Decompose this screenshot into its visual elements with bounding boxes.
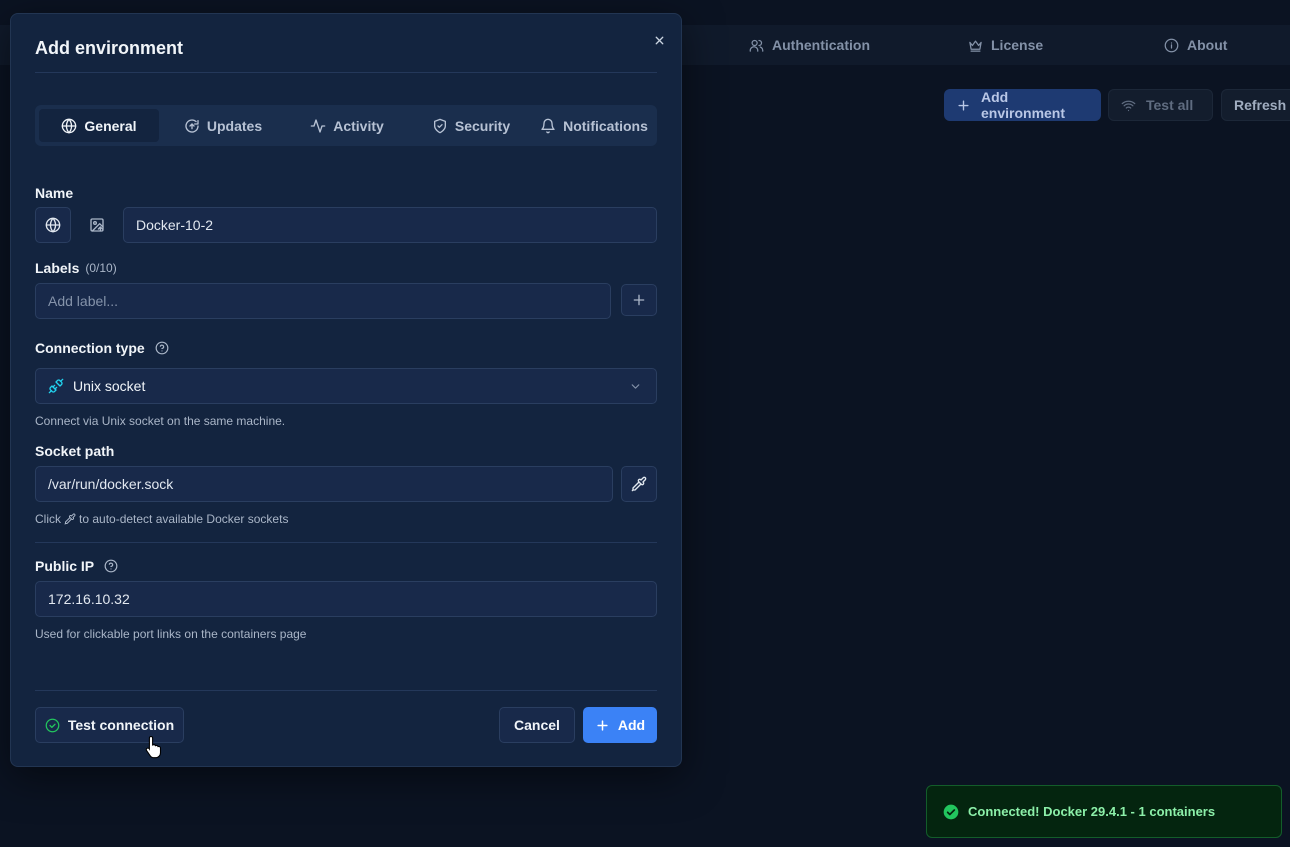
plus-icon: [631, 292, 647, 308]
socket-path-input[interactable]: /var/run/docker.sock: [35, 466, 613, 502]
labels-label-text: Labels: [35, 260, 80, 276]
connection-type-label-text: Connection type: [35, 340, 145, 356]
info-icon: [1164, 38, 1179, 53]
nav-tab-about[interactable]: About: [1164, 25, 1227, 65]
add-label-input[interactable]: Add label...: [35, 283, 611, 319]
cancel-button[interactable]: Cancel: [499, 707, 575, 743]
tab-security[interactable]: Security: [411, 109, 531, 142]
add-label-button[interactable]: [621, 284, 657, 316]
labels-count: (0/10): [85, 261, 117, 275]
wifi-icon: [1121, 98, 1136, 113]
refresh-button[interactable]: Refresh: [1221, 89, 1290, 121]
users-icon: [749, 38, 764, 53]
public-ip-help: Used for clickable port links on the con…: [35, 627, 307, 641]
dialog-title: Add environment: [35, 38, 184, 58]
chevron-down-icon: [629, 380, 642, 393]
tab-label: Security: [454, 117, 511, 134]
refresh-label: Refresh: [1234, 97, 1287, 113]
upload-circle-icon: [184, 118, 200, 134]
tab-label: General: [84, 117, 137, 134]
activity-icon: [310, 118, 326, 134]
tab-notifications[interactable]: Notifications: [535, 109, 653, 142]
socket-path-label: Socket path: [35, 443, 114, 459]
name-label-text: Name: [35, 185, 74, 201]
toast-message: Connected! Docker 29.4.1 - 1 containers: [968, 804, 1216, 819]
tab-general[interactable]: General: [39, 109, 159, 142]
cancel-label: Cancel: [514, 717, 560, 733]
image-upload-icon: [89, 217, 105, 233]
dialog-tabs: General Updates Activity Security Notifi…: [35, 105, 657, 146]
nav-tab-label: About: [1187, 37, 1228, 53]
success-toast: Connected! Docker 29.4.1 - 1 containers: [926, 785, 1282, 838]
check-circle-filled-icon: [943, 804, 959, 820]
globe-icon: [61, 118, 77, 134]
tab-label: Activity: [333, 117, 384, 134]
add-environment-dialog: Add environment General Updates Activity: [10, 13, 682, 767]
socket-help-suffix: to auto-detect available Docker sockets: [79, 512, 289, 526]
connection-type-select[interactable]: Unix socket: [35, 368, 657, 404]
tab-activity[interactable]: Activity: [287, 109, 407, 142]
socket-help-prefix: Click: [35, 512, 61, 526]
public-ip-input[interactable]: 172.16.10.32: [35, 581, 657, 617]
nav-tab-label: License: [991, 37, 1044, 53]
help-circle-icon[interactable]: [100, 559, 118, 573]
help-circle-icon[interactable]: [151, 341, 169, 355]
socket-path-help: Click to auto-detect available Docker so…: [35, 512, 288, 526]
footer-divider: [35, 690, 657, 691]
tab-label: Updates: [206, 117, 263, 134]
add-label: Add: [617, 717, 646, 733]
nav-tab-authentication[interactable]: Authentication: [749, 25, 870, 65]
add-button[interactable]: Add: [583, 707, 657, 743]
name-input[interactable]: Docker-10-2: [123, 207, 657, 243]
tab-updates[interactable]: Updates: [163, 109, 283, 142]
test-connection-label: Test connection: [67, 717, 175, 733]
pipette-icon: [64, 513, 76, 525]
name-label: Name: [35, 185, 73, 201]
shield-icon: [432, 118, 448, 134]
nav-tab-label: Authentication: [772, 37, 870, 53]
public-ip-label: Public IP: [35, 558, 118, 574]
header-divider: [35, 72, 657, 73]
nav-tab-license[interactable]: License: [968, 25, 1043, 65]
pipette-icon: [631, 476, 647, 492]
connection-type-help: Connect via Unix socket on the same mach…: [35, 414, 286, 428]
labels-label: Labels (0/10): [35, 260, 117, 276]
public-ip-label-text: Public IP: [35, 558, 95, 574]
connection-type-value: Unix socket: [73, 378, 146, 394]
globe-icon: [45, 217, 61, 233]
check-circle-icon: [45, 718, 60, 733]
close-button[interactable]: [649, 30, 669, 50]
test-all-button[interactable]: Test all: [1108, 89, 1213, 121]
section-divider: [35, 542, 657, 543]
close-icon: [653, 34, 666, 47]
auto-detect-socket-button[interactable]: [621, 466, 657, 502]
add-environment-label: Add environment: [981, 89, 1066, 121]
bell-icon: [540, 118, 556, 134]
hand-cursor-icon: [145, 735, 163, 759]
plug-icon: [48, 378, 64, 394]
test-all-label: Test all: [1146, 97, 1194, 113]
connection-type-label: Connection type: [35, 340, 169, 356]
icon-type-globe-button[interactable]: [35, 207, 71, 243]
add-environment-button[interactable]: Add environment: [944, 89, 1101, 121]
socket-path-label-text: Socket path: [35, 443, 115, 459]
upload-image-button[interactable]: [79, 207, 115, 243]
plus-icon: [956, 98, 971, 113]
crown-icon: [968, 38, 983, 53]
tab-label: Notifications: [563, 117, 648, 134]
plus-icon: [595, 718, 610, 733]
